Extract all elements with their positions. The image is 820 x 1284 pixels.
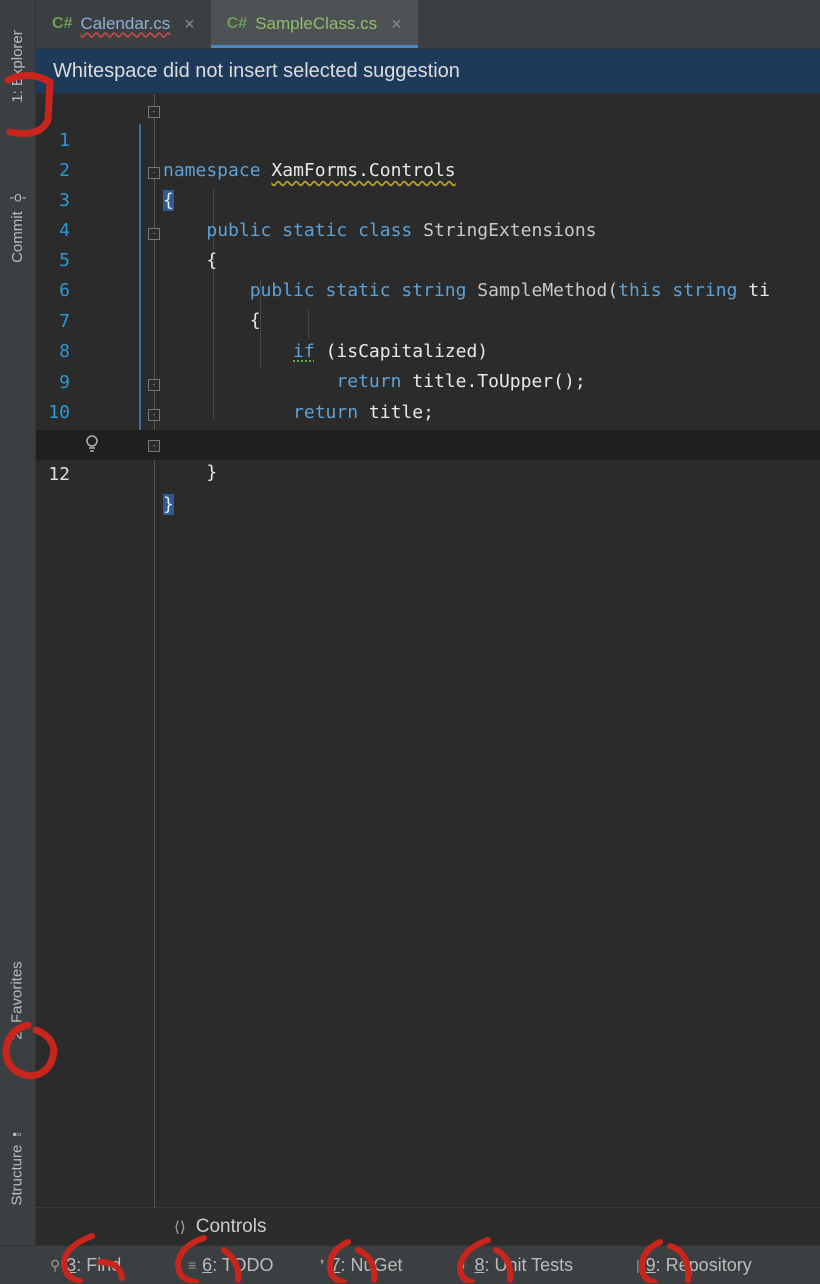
code-line: 9 return title; — [36, 338, 820, 423]
commit-icon: -o- — [8, 188, 27, 205]
structure-tab-label: Structure — [9, 1144, 27, 1206]
structure-icon: ▪▫ — [12, 1126, 23, 1142]
tool-label: : TODO — [212, 1254, 274, 1275]
namespace-icon: ⟨⟩ — [174, 1219, 186, 1236]
commit-label: Commit — [9, 210, 27, 263]
tool-label: : Find — [76, 1254, 122, 1275]
structure-tool-tab[interactable]: Structure ▪▫ — [0, 1105, 35, 1230]
repository-tool-button[interactable]: | 9: Repository — [636, 1255, 752, 1276]
lightbulb-icon[interactable] — [84, 434, 100, 458]
csharp-file-icon: C# — [226, 15, 248, 32]
tool-number: 3 — [66, 1254, 77, 1275]
fold-marker-icon[interactable]: - — [148, 379, 160, 391]
brace: } — [163, 494, 174, 515]
explorer-tab-label: 1: Explorer — [9, 29, 27, 103]
todo-tool-button[interactable]: ≡ 6: TODO — [188, 1255, 274, 1276]
breadcrumb[interactable]: ⟨⟩ Controls — [36, 1207, 820, 1246]
tool-number: 8 — [474, 1254, 485, 1275]
fold-marker-icon[interactable]: - — [148, 440, 160, 452]
tab-calendar-cs[interactable]: C# Calendar.cs × — [36, 0, 211, 48]
close-icon[interactable]: × — [184, 14, 195, 35]
code-line: 2 { — [36, 126, 820, 211]
package-icon: ❜ — [320, 1256, 325, 1273]
breadcrumb-item[interactable]: Controls — [196, 1216, 267, 1238]
banner-text: Whitespace did not insert selected sugge… — [53, 59, 460, 82]
tab-sampleclass-cs[interactable]: C# SampleClass.cs × — [210, 0, 418, 48]
tool-number: 9 — [645, 1254, 656, 1275]
code-line: 4 { — [36, 186, 820, 271]
list-icon: ≡ — [188, 1257, 197, 1273]
nuget-tool-button[interactable]: ❜ 7: NuGet — [320, 1255, 403, 1276]
code-line: 6 { — [36, 246, 820, 331]
csharp-file-icon: C# — [52, 15, 73, 32]
editor-tab-bar: C# Calendar.cs × C# SampleClass.cs × — [36, 0, 820, 49]
code-line: 8 return title.ToUpper(); — [36, 307, 820, 392]
find-tool-button[interactable]: ⚲ 3: Find — [50, 1255, 121, 1276]
line-number: 12 — [48, 464, 70, 485]
close-icon[interactable]: × — [391, 14, 402, 35]
fold-marker-icon[interactable]: - — [148, 106, 160, 118]
explorer-tool-tab[interactable]: 1: Explorer — [0, 10, 35, 122]
test-icon: ◐ — [460, 1257, 469, 1273]
code-line: 7 if (isCapitalized) — [36, 277, 820, 362]
tab-label: Calendar.cs — [80, 14, 171, 33]
tool-number: 7 — [330, 1254, 341, 1275]
brace: } — [206, 462, 218, 483]
tool-label: : Unit Tests — [484, 1254, 574, 1275]
tab-label: SampleClass.cs — [255, 14, 378, 33]
fold-marker-icon[interactable]: - — [148, 409, 160, 421]
search-icon: ⚲ — [50, 1256, 61, 1273]
code-editor[interactable]: 1 namespace XamForms.Controls - 2 { 3 pu… — [36, 94, 820, 1207]
fold-marker-icon[interactable]: - — [148, 167, 160, 179]
favorites-tool-tab[interactable]: 2: Favorites — [0, 935, 35, 1065]
tool-label: : Repository — [655, 1254, 752, 1275]
unit-tests-tool-button[interactable]: ◐ 8: Unit Tests — [460, 1255, 573, 1276]
tool-label: : NuGet — [340, 1254, 403, 1275]
repository-icon: | — [636, 1257, 640, 1273]
notification-banner: Whitespace did not insert selected sugge… — [36, 49, 820, 93]
tool-number: 6 — [202, 1254, 213, 1275]
commit-tool-tab[interactable]: Commit -o- — [0, 170, 35, 280]
left-tool-strip: 1: Explorer Commit -o- 2: Favorites Stru… — [0, 0, 36, 1245]
fold-marker-icon[interactable]: - — [148, 228, 160, 240]
bottom-tool-bar: ⚲ 3: Find ≡ 6: TODO ❜ 7: NuGet ◐ 8: Unit… — [0, 1245, 820, 1284]
favorites-tab-label: 2: Favorites — [9, 960, 26, 1040]
